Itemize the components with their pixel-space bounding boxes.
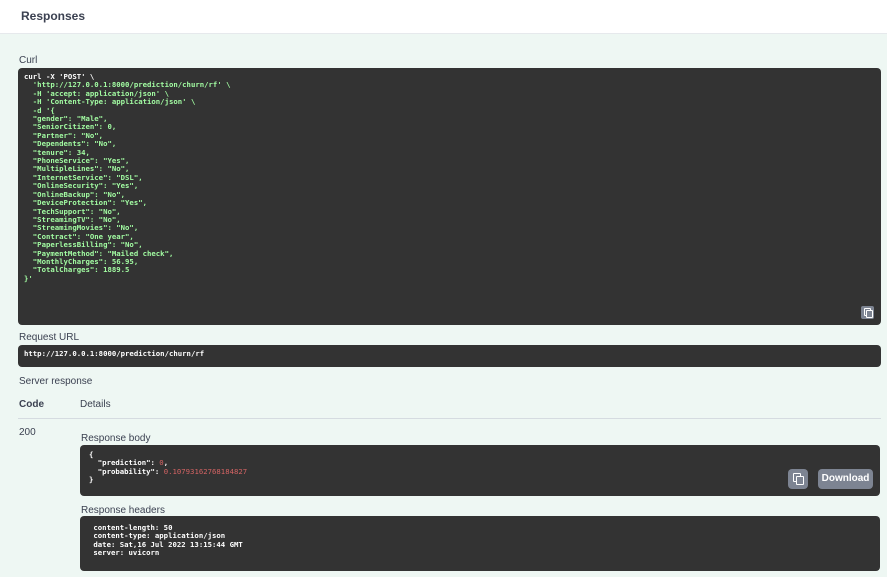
download-button[interactable]: Download [818,469,873,489]
curl-code-block[interactable]: curl -X 'POST' \ 'http://127.0.0.1:8000/… [18,68,881,325]
details-column-header: Details [80,399,111,410]
curl-line: "OnlineBackup": "No", [24,189,126,199]
request-url-block[interactable]: http://127.0.0.1:8000/prediction/churn/r… [18,345,881,367]
body-probability-line: "probability": 0.10793162768184827 [89,466,871,476]
curl-line: "Dependents": "No", [24,139,117,149]
probability-key: "probability": [89,466,164,476]
curl-line: "TotalCharges": 1889.5 [24,265,130,275]
code-column-header: Code [19,399,44,410]
curl-line: "gender": "Male", [24,114,108,124]
curl-lines: curl -X 'POST' \ 'http://127.0.0.1:8000/… [24,72,875,283]
response-headers-label: Response headers [81,505,165,516]
copy-response-button[interactable] [788,469,808,489]
curl-line: "PaymentMethod": "Mailed check", [24,248,174,258]
curl-label: Curl [19,55,38,66]
curl-line: "SeniorCitizen": 0, [24,122,117,132]
curl-line: }' [24,273,33,283]
response-code: 200 [19,427,36,438]
curl-line: "TechSupport": "No", [24,206,121,216]
body-close-brace: } [89,475,94,485]
curl-line: "Partner": "No", [24,130,104,140]
curl-line: "tenure": 34, [24,147,90,157]
curl-line: "PhoneService": "Yes", [24,156,130,166]
responses-header: Responses [0,0,887,34]
probability-value: 0.10793162768184827 [163,466,248,476]
curl-line: "InternetService": "DSL", [24,172,143,182]
response-header-line: date: Sat,16 Jul 2022 13:15:44 GMT [89,539,248,549]
response-header-line: server: uvicorn [89,548,164,558]
copy-to-clipboard-button[interactable] [861,306,874,319]
server-response-label: Server response [19,376,93,387]
curl-line: "OnlineSecurity": "Yes", [24,181,139,191]
request-url-label: Request URL [19,332,80,343]
header-lines: content-length: 50 content-type: applica… [89,523,871,558]
curl-line: "Contract": "One year", [24,231,134,241]
table-divider [18,418,881,419]
request-url-value: http://127.0.0.1:8000/prediction/churn/r… [24,349,205,358]
curl-line: -H 'Content-Type: application/json' \ [24,97,196,107]
curl-line: "MonthlyCharges": 56.95, [24,256,139,266]
curl-line: "StreamingMovies": "No", [24,223,139,233]
copy-icon-front [796,476,804,485]
curl-line: "StreamingTV": "No", [24,214,121,224]
curl-line: "MultipleLines": "No", [24,164,130,174]
response-headers-block[interactable]: content-length: 50 content-type: applica… [80,516,880,571]
copy-icon-front [866,310,873,318]
response-body-block[interactable]: { "prediction": 0, "probability": 0.1079… [80,445,880,496]
response-body-label: Response body [81,433,151,444]
curl-line: -d '{ [24,105,55,115]
responses-title: Responses [21,9,86,23]
curl-line: "DeviceProtection": "Yes", [24,198,148,208]
body-open-brace: { [89,450,94,459]
